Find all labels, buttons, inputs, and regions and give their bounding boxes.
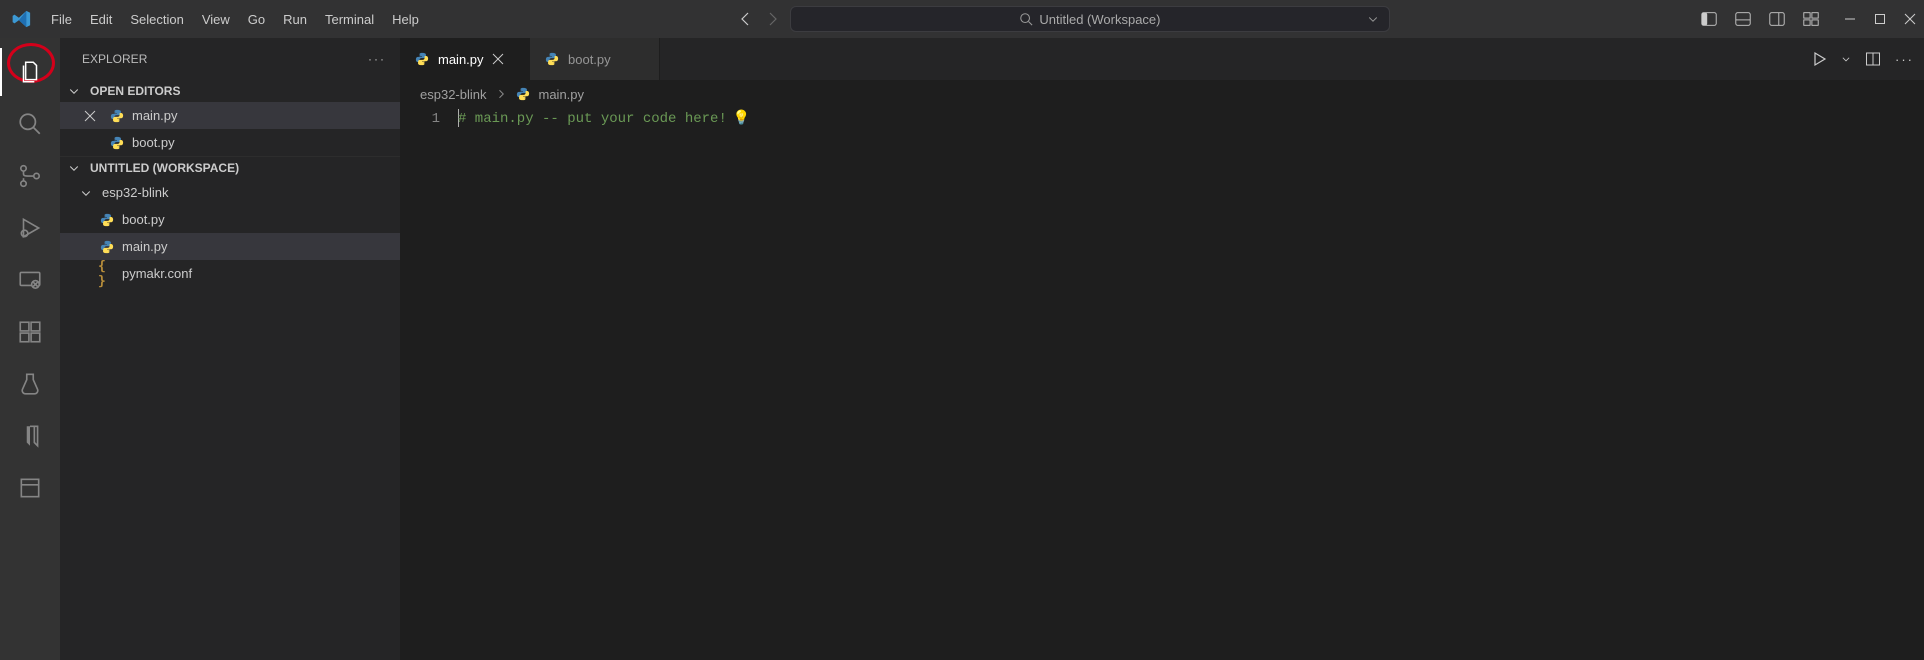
lightbulb-icon[interactable]: 💡 [733,108,750,130]
menu-go[interactable]: Go [239,0,274,38]
activity-run-debug-icon[interactable] [0,204,60,252]
activity-search-icon[interactable] [0,100,60,148]
file-label: boot.py [132,135,175,150]
folder-label: esp32-blink [102,185,169,200]
open-editors-header[interactable]: OPEN EDITORS [60,80,400,102]
python-file-icon [414,51,430,67]
file-label: main.py [132,108,178,123]
workspace-label: UNTITLED (WORKSPACE) [90,161,239,175]
code-comment: # main.py -- put your code here! [458,111,727,127]
layout-sidebar-right-icon[interactable] [1768,10,1786,28]
activity-source-control-icon[interactable] [0,152,60,200]
menu-bar: File Edit Selection View Go Run Terminal… [42,0,428,38]
window-minimize-icon[interactable] [1844,13,1856,25]
vscode-logo-icon [8,5,36,33]
search-icon [1019,12,1033,26]
code-line[interactable]: # main.py -- put your code here! 💡 [458,108,1924,130]
menu-file[interactable]: File [42,0,81,38]
close-icon[interactable] [492,53,504,65]
folder-item[interactable]: esp32-blink [60,179,400,206]
title-right [1700,10,1916,28]
command-center-text: Untitled (Workspace) [1039,12,1160,27]
explorer-sidebar: EXPLORER ··· OPEN EDITORS main.py [60,38,400,660]
python-file-icon [544,51,560,67]
editor-tabbar: main.py boot.py [400,38,1924,80]
nav-forward-icon[interactable] [764,11,780,27]
python-file-icon [98,212,116,228]
workspace-header[interactable]: UNTITLED (WORKSPACE) [60,156,400,179]
command-center[interactable]: Untitled (Workspace) [790,6,1390,32]
split-editor-icon[interactable] [1865,51,1881,67]
menu-selection[interactable]: Selection [121,0,192,38]
menu-view[interactable]: View [193,0,239,38]
json-file-icon: { } [98,259,116,289]
chevron-down-icon [68,162,84,174]
activity-extensions-icon[interactable] [0,308,60,356]
close-icon[interactable] [84,110,102,122]
more-icon[interactable]: ··· [1895,52,1914,67]
chevron-down-icon [68,85,84,97]
layout-panel-icon[interactable] [1734,10,1752,28]
file-label: pymakr.conf [122,266,192,281]
title-center: Untitled (Workspace) [434,6,1694,32]
menu-edit[interactable]: Edit [81,0,121,38]
window-close-icon[interactable] [1904,13,1916,25]
breadcrumb-file[interactable]: main.py [539,87,585,102]
editor-area: main.py boot.py [400,38,1924,660]
title-bar: File Edit Selection View Go Run Terminal… [0,0,1924,38]
line-gutter: 1 [400,108,458,660]
menu-terminal[interactable]: Terminal [316,0,383,38]
editor-tab[interactable]: boot.py [530,38,660,80]
window-maximize-icon[interactable] [1874,13,1886,25]
chevron-down-icon[interactable] [1841,54,1851,64]
sidebar-more-icon[interactable]: ··· [368,52,386,66]
python-file-icon [108,135,126,151]
file-item[interactable]: { } pymakr.conf [60,260,400,287]
breadcrumbs[interactable]: esp32-blink main.py [400,80,1924,108]
editor-tab[interactable]: main.py [400,38,530,80]
activity-remote-icon[interactable] [0,256,60,304]
activity-bar [0,38,60,660]
chevron-right-icon [495,88,507,100]
file-item[interactable]: boot.py [60,206,400,233]
chevron-down-icon [80,187,96,199]
tab-label: boot.py [568,52,611,67]
python-file-icon [515,86,531,102]
menu-run[interactable]: Run [274,0,316,38]
activity-explorer-icon[interactable] [0,48,60,96]
file-label: boot.py [122,212,165,227]
run-icon[interactable] [1811,51,1827,67]
file-label: main.py [122,239,168,254]
file-item[interactable]: main.py [60,233,400,260]
breadcrumb-folder[interactable]: esp32-blink [420,87,487,102]
open-editors-label: OPEN EDITORS [90,84,180,98]
tab-label: main.py [438,52,484,67]
line-number: 1 [400,108,440,130]
nav-back-icon[interactable] [738,11,754,27]
chevron-down-icon [1367,13,1379,25]
customize-layout-icon[interactable] [1802,10,1820,28]
menu-help[interactable]: Help [383,0,428,38]
sidebar-title: EXPLORER [82,52,147,66]
editor-body[interactable]: 1 # main.py -- put your code here! 💡 [400,108,1924,660]
open-editor-item[interactable]: main.py [60,102,400,129]
activity-bookmark-icon[interactable] [0,412,60,460]
layout-sidebar-left-icon[interactable] [1700,10,1718,28]
open-editor-item[interactable]: boot.py [60,129,400,156]
activity-library-icon[interactable] [0,464,60,512]
python-file-icon [108,108,126,124]
activity-testing-icon[interactable] [0,360,60,408]
python-file-icon [98,239,116,255]
